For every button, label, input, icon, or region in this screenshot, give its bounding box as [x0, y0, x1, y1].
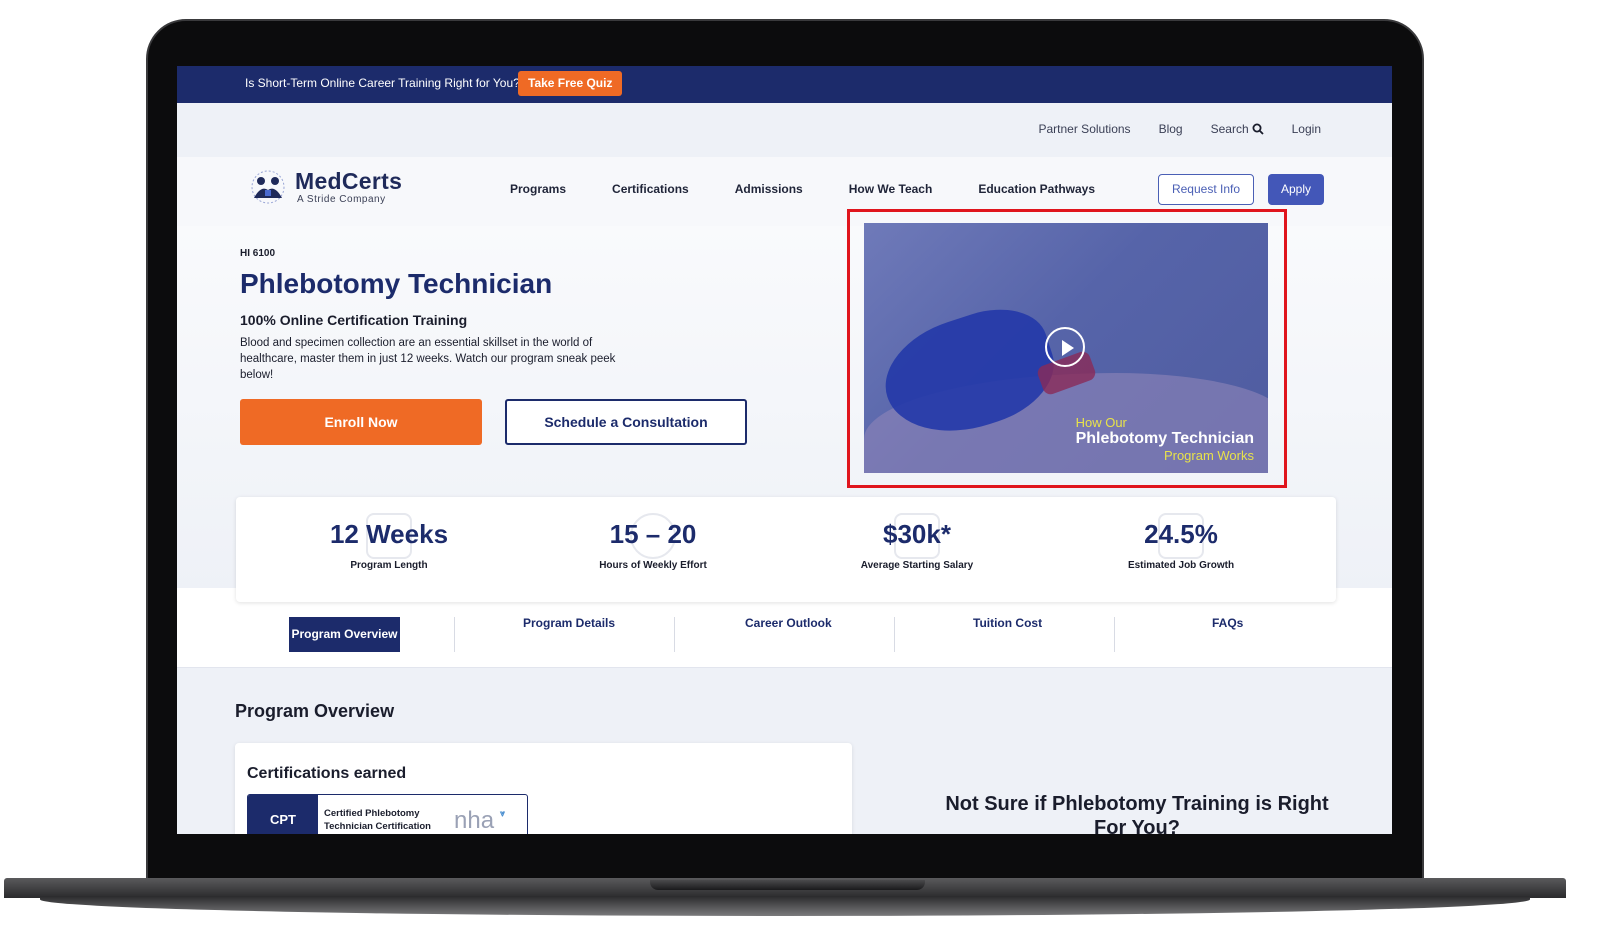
- search-icon: [1252, 123, 1264, 135]
- promo-bar: Is Short-Term Online Career Training Rig…: [177, 66, 1392, 103]
- stat-weekly-effort: 15 – 20 Hours of Weekly Effort: [528, 513, 778, 571]
- schedule-consultation-button[interactable]: Schedule a Consultation: [505, 399, 747, 445]
- laptop-notch: [650, 880, 925, 890]
- cert-name: Certified Phlebotomy Technician Certific…: [324, 808, 431, 832]
- promo-text: Is Short-Term Online Career Training Rig…: [245, 76, 520, 90]
- tab-tuition-cost[interactable]: Tuition Cost: [973, 616, 1042, 630]
- stat-value: 12 Weeks: [329, 519, 449, 549]
- stat-value: 24.5%: [1144, 519, 1218, 549]
- stat-value: $30k*: [883, 519, 951, 549]
- tab-divider: [454, 617, 455, 652]
- logo-tagline: A Stride Company: [297, 194, 386, 205]
- login-link[interactable]: Login: [1292, 122, 1321, 136]
- nha-logo: nha: [454, 807, 495, 834]
- enroll-now-button[interactable]: Enroll Now: [240, 399, 482, 445]
- training-question-heading: Not Sure if Phlebotomy Training is Right…: [945, 793, 1329, 834]
- nav-programs[interactable]: Programs: [510, 182, 566, 196]
- browser-screen: Is Short-Term Online Career Training Rig…: [177, 66, 1392, 834]
- tab-divider: [894, 617, 895, 652]
- nav-admissions[interactable]: Admissions: [735, 182, 803, 196]
- tab-program-details[interactable]: Program Details: [523, 616, 615, 630]
- tab-divider: [674, 617, 675, 652]
- nav-how-we-teach[interactable]: How We Teach: [849, 182, 933, 196]
- stat-value: 15 – 20: [609, 519, 697, 549]
- video-caption-line1: How Our: [1075, 415, 1127, 430]
- nav-education-pathways[interactable]: Education Pathways: [978, 182, 1095, 196]
- hero-description: Blood and specimen collection are an ess…: [240, 337, 616, 381]
- hero-subtitle: 100% Online Certification Training: [240, 312, 468, 328]
- search-label: Search: [1210, 122, 1249, 136]
- tab-faqs[interactable]: FAQs: [1212, 616, 1243, 630]
- program-video[interactable]: How Our Phlebotomy Technician Program Wo…: [864, 223, 1268, 473]
- stat-label: Average Starting Salary: [860, 560, 974, 571]
- video-caption-line3: Program Works: [1163, 448, 1254, 463]
- video-caption: How Our Phlebotomy Technician Program Wo…: [1076, 415, 1254, 463]
- stat-label: Hours of Weekly Effort: [599, 560, 707, 571]
- tab-program-overview[interactable]: Program Overview: [289, 617, 400, 652]
- stat-label: Estimated Job Growth: [1127, 560, 1235, 571]
- tab-career-outlook[interactable]: Career Outlook: [745, 616, 832, 630]
- tab-divider: [1114, 617, 1115, 652]
- stat-salary: $30k* Average Starting Salary: [792, 513, 1042, 571]
- stat-label: Program Length: [350, 560, 428, 571]
- stats-card: 12 Weeks Program Length 15 – 20 Hours of…: [236, 497, 1336, 602]
- overview-heading: Program Overview: [235, 701, 395, 721]
- nav-certifications[interactable]: Certifications: [612, 182, 689, 196]
- main-nav: Programs Certifications Admissions How W…: [510, 182, 1095, 196]
- play-icon[interactable]: [1045, 327, 1085, 367]
- cert-code: CPT: [248, 795, 318, 834]
- nha-logo-mark-icon: ⩔: [500, 808, 506, 818]
- stat-program-length: 12 Weeks Program Length: [264, 513, 514, 571]
- request-info-button[interactable]: Request Info: [1158, 174, 1254, 205]
- certifications-card: Certifications earned CPT Certified Phle…: [235, 743, 852, 834]
- video-caption-line2: Phlebotomy Technician: [1075, 430, 1254, 447]
- stat-job-growth: 24.5% Estimated Job Growth: [1056, 513, 1306, 571]
- search-link[interactable]: Search: [1211, 122, 1264, 136]
- blog-link[interactable]: Blog: [1159, 122, 1183, 136]
- certification-badge[interactable]: CPT Certified Phlebotomy Technician Cert…: [247, 794, 528, 834]
- take-quiz-button[interactable]: Take Free Quiz: [518, 71, 623, 96]
- certifications-heading: Certifications earned: [247, 765, 407, 782]
- laptop-base-bottom: [40, 896, 1530, 916]
- logo-name: MedCerts: [295, 168, 403, 194]
- course-code: HI 6100: [240, 248, 276, 259]
- apply-button[interactable]: Apply: [1268, 174, 1324, 205]
- partner-solutions-link[interactable]: Partner Solutions: [1039, 122, 1131, 136]
- logo-mark-icon: [251, 170, 285, 204]
- medcerts-logo[interactable]: MedCerts A Stride Company: [247, 168, 402, 206]
- utility-nav: Partner Solutions Blog Search Login: [1039, 122, 1322, 136]
- page-title: Phlebotomy Technician: [240, 268, 553, 299]
